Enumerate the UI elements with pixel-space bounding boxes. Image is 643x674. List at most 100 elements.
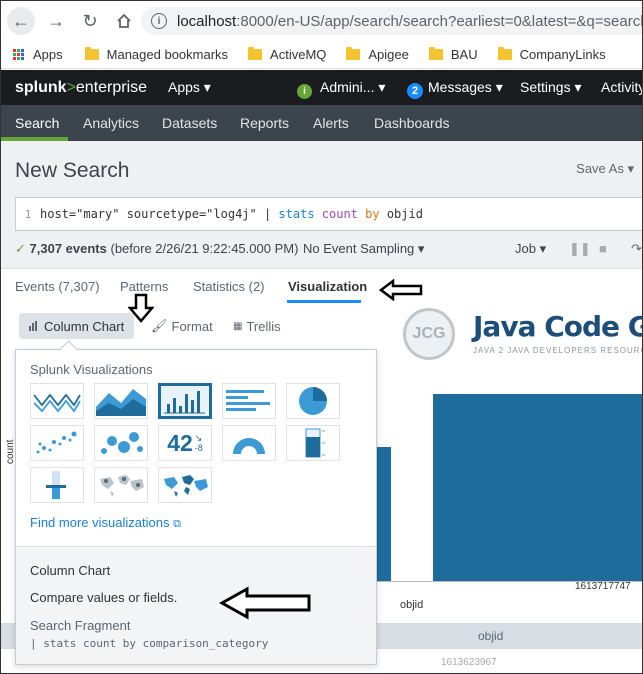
- jcg-logo-icon: JCG: [403, 308, 455, 360]
- info-viz-description: Compare values or fields.: [30, 590, 178, 605]
- java-code-geeks-watermark: JCG Java Code Geeks JAVA 2 JAVA DEVELOPE…: [401, 306, 642, 362]
- results-tabs: Events (7,307) Patterns Statistics (2) V…: [1, 268, 642, 304]
- nav-reports[interactable]: Reports: [240, 115, 289, 131]
- viz-column-chart[interactable]: [158, 383, 212, 419]
- viz-marker-gauge[interactable]: [30, 467, 84, 503]
- chart-type-button[interactable]: Column Chart: [19, 313, 135, 339]
- share-icon[interactable]: ↷: [631, 241, 642, 257]
- url-host: localhost: [177, 12, 237, 30]
- tab-events[interactable]: Events (7,307): [15, 279, 100, 294]
- nav-dashboards[interactable]: Dashboards: [374, 115, 450, 131]
- tab-statistics[interactable]: Statistics (2): [193, 279, 265, 294]
- events-count: 7,307 events: [29, 241, 107, 256]
- bookmark-apigee[interactable]: Apigee: [346, 47, 409, 62]
- viz-line-chart[interactable]: [30, 383, 84, 419]
- bookmark-companylinks[interactable]: CompanyLinks: [497, 47, 606, 62]
- bookmark-apps[interactable]: Apps: [13, 47, 63, 62]
- viz-area-chart[interactable]: [94, 383, 148, 419]
- search-status: ✓ 7,307 events (before 2/26/21 9:22:45.0…: [15, 241, 642, 261]
- info-viz-name: Column Chart: [30, 563, 111, 578]
- checkmark-icon: ✓: [15, 241, 26, 256]
- folder-icon: [84, 47, 99, 60]
- viz-single-value[interactable]: 42 ↘ -8: [158, 425, 212, 461]
- info-fragment-label: Search Fragment: [30, 618, 131, 633]
- apps-grid-icon: [13, 48, 25, 61]
- logo-gt: >: [66, 78, 76, 96]
- bookmark-managed[interactable]: Managed bookmarks: [84, 47, 229, 62]
- query-keyword: by: [365, 207, 380, 221]
- address-bar[interactable]: i localhost:8000/en-US/app/search/search…: [141, 7, 642, 35]
- settings-menu[interactable]: Settings ▾: [520, 79, 582, 96]
- messages-menu[interactable]: 2 Messages ▾: [407, 79, 503, 99]
- tab-patterns[interactable]: Patterns: [120, 279, 168, 294]
- stop-icon[interactable]: ■: [599, 241, 607, 256]
- back-arrow-icon[interactable]: ←: [7, 7, 35, 35]
- column-chart-icon: [29, 321, 37, 331]
- forward-arrow-icon[interactable]: →: [41, 6, 71, 36]
- reload-icon[interactable]: ↻: [75, 6, 105, 36]
- grid-icon: ▦: [233, 320, 243, 332]
- trellis-label: Trellis: [246, 318, 281, 334]
- bookmark-bau[interactable]: BAU: [428, 47, 478, 62]
- active-tab-indicator: [287, 300, 361, 303]
- chart-bar[interactable]: [433, 394, 642, 581]
- query-field: objid: [386, 207, 423, 221]
- query-pipe: |: [263, 207, 279, 221]
- messages-count-badge: 2: [407, 83, 423, 99]
- page-title: New Search: [15, 159, 130, 182]
- query-base: host="mary" sourcetype="log4j": [40, 207, 264, 221]
- info-icon[interactable]: i: [151, 13, 167, 29]
- url-path: :8000/en-US/app/search/search?earliest=0…: [236, 12, 642, 30]
- viz-choropleth-map[interactable]: [158, 467, 212, 503]
- viz-pie-chart[interactable]: [286, 383, 340, 419]
- nav-alerts[interactable]: Alerts: [313, 115, 349, 131]
- viz-bubble-chart[interactable]: [94, 425, 148, 461]
- annotation-left-arrow-icon: [219, 586, 311, 620]
- job-menu[interactable]: Job ▾: [515, 241, 546, 257]
- trellis-button[interactable]: ▦ Trellis: [223, 313, 291, 339]
- viz-radial-gauge[interactable]: [222, 425, 276, 461]
- logo-enterprise: enterprise: [75, 78, 148, 96]
- folder-icon: [428, 47, 443, 60]
- nav-search[interactable]: Search: [15, 115, 59, 131]
- bookmark-label: ActiveMQ: [270, 47, 327, 62]
- annotation-down-arrow-icon: [128, 293, 154, 323]
- splunk-logo[interactable]: splunk>enterprise: [15, 79, 147, 97]
- watermark-subtitle: JAVA 2 JAVA DEVELOPERS RESOURCE CENTER: [473, 346, 642, 355]
- trend-arrow-icon: ↘: [194, 433, 203, 443]
- apps-menu[interactable]: Apps ▾: [168, 79, 211, 96]
- visualization-grid: 42 ↘ -8: [30, 383, 350, 503]
- find-more-label: Find more visualizations: [30, 515, 170, 530]
- event-sampling-dropdown[interactable]: No Event Sampling ▾: [303, 241, 424, 257]
- search-input[interactable]: 1 host="mary" sourcetype="log4j" | stats…: [15, 197, 642, 231]
- bookmark-label: Apps: [33, 47, 63, 62]
- find-more-visualizations-link[interactable]: Find more visualizations ⧉: [30, 515, 181, 531]
- bookmark-label: Managed bookmarks: [106, 47, 229, 62]
- activity-menu[interactable]: Activity: [601, 79, 642, 95]
- annotation-left-arrow-icon: [379, 279, 423, 301]
- nav-analytics[interactable]: Analytics: [83, 115, 139, 131]
- x-axis-title: objid: [400, 599, 424, 611]
- viz-cluster-map[interactable]: [94, 467, 148, 503]
- visualization-info-panel: Column Chart Compare values or fields. S…: [16, 546, 376, 664]
- viz-bar-chart[interactable]: [222, 383, 276, 419]
- column-header-objid[interactable]: objid: [478, 629, 503, 643]
- home-icon[interactable]: [109, 6, 139, 36]
- viz-scatter-chart[interactable]: [30, 425, 84, 461]
- external-link-icon: ⧉: [173, 518, 181, 530]
- admin-menu[interactable]: i Admini... ▾: [297, 79, 385, 99]
- nav-datasets[interactable]: Datasets: [162, 115, 217, 131]
- save-as-button[interactable]: Save As ▾: [576, 161, 634, 177]
- app-nav-bar: Search Analytics Datasets Reports Alerts…: [1, 105, 642, 141]
- table-cell: 1613623967: [441, 657, 497, 668]
- bookmarks-bar: Apps Managed bookmarks ActiveMQ Apigee B…: [1, 41, 642, 69]
- folder-icon: [497, 47, 512, 60]
- events-before: (before 2/26/21 9:22:45.000 PM): [110, 241, 299, 256]
- folder-icon: [346, 47, 361, 60]
- viz-filler-gauge[interactable]: [286, 425, 340, 461]
- pause-icon[interactable]: ❚❚: [569, 241, 591, 257]
- tab-visualization[interactable]: Visualization: [288, 279, 367, 294]
- browser-toolbar: ← → ↻ i localhost:8000/en-US/app/search/…: [1, 1, 642, 41]
- bookmark-activemq[interactable]: ActiveMQ: [248, 47, 326, 62]
- admin-label: Admini... ▾: [320, 79, 386, 95]
